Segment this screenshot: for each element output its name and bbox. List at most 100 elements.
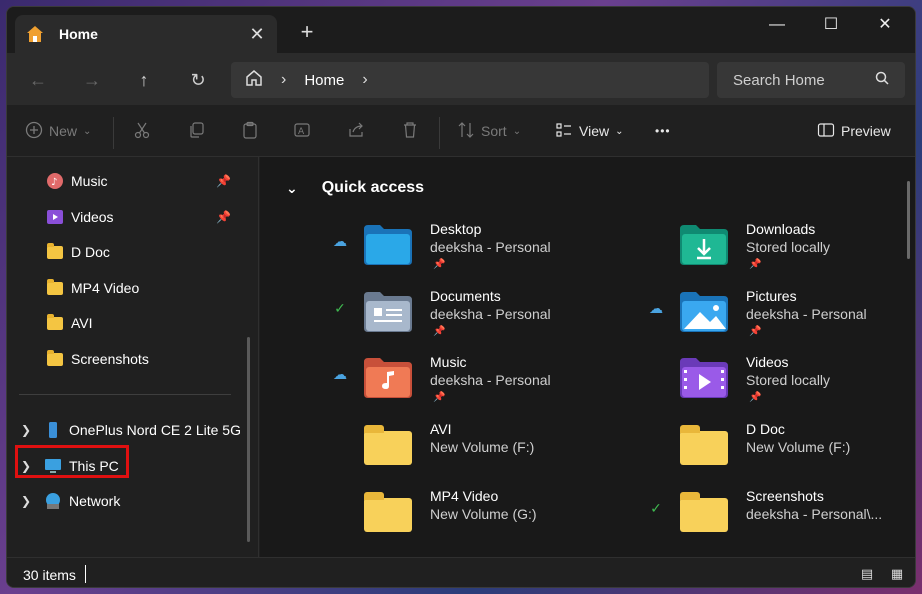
quick-access-item-mp4-video[interactable]: MP4 Video New Volume (G:) bbox=[330, 488, 630, 544]
breadcrumb-chevron-icon[interactable]: › bbox=[362, 71, 367, 89]
pin-icon[interactable]: 📌 bbox=[216, 174, 231, 188]
new-button[interactable]: New ⌄ bbox=[25, 119, 91, 143]
sidebar-item-d-doc[interactable]: D Doc bbox=[7, 236, 247, 268]
paste-button[interactable] bbox=[241, 119, 259, 143]
pin-icon: 📌 bbox=[433, 326, 446, 337]
pin-icon: 📌 bbox=[749, 259, 762, 270]
content-pane: ⌄ Quick access ☁ Desktop deeksha - Perso… bbox=[260, 157, 915, 557]
content-scrollbar[interactable] bbox=[907, 181, 910, 259]
up-button[interactable]: ↑ bbox=[131, 67, 157, 93]
cut-button[interactable] bbox=[133, 119, 151, 143]
chevron-right-icon[interactable]: ❯ bbox=[17, 423, 35, 437]
tab-close-icon[interactable]: ✕ bbox=[247, 24, 267, 45]
minimize-button[interactable]: — bbox=[757, 13, 797, 37]
delete-button[interactable] bbox=[401, 119, 419, 143]
copy-icon bbox=[187, 121, 205, 142]
quick-access-item-avi[interactable]: AVI New Volume (F:) bbox=[330, 421, 630, 477]
divider bbox=[113, 117, 114, 149]
quick-access-item-d-doc[interactable]: D Doc New Volume (F:) bbox=[646, 421, 915, 477]
quick-access-item-screenshots[interactable]: ✓ Screenshots deeksha - Personal\... bbox=[646, 488, 915, 544]
cloud-icon: ☁ bbox=[649, 300, 663, 316]
sidebar-item-videos[interactable]: Videos 📌 bbox=[7, 201, 247, 233]
quick-access-header[interactable]: ⌄ Quick access bbox=[286, 179, 424, 197]
tab-label: Home bbox=[59, 26, 98, 42]
sidebar-item-label: AVI bbox=[71, 315, 93, 331]
refresh-button[interactable]: ↻ bbox=[185, 67, 211, 93]
maximize-button[interactable]: ☐ bbox=[811, 13, 851, 37]
sidebar-item-label: Videos bbox=[71, 209, 114, 225]
pin-icon: 📌 bbox=[433, 259, 446, 270]
sidebar-item-music[interactable]: ♪ Music 📌 bbox=[7, 165, 247, 197]
pictures-folder-icon bbox=[680, 292, 728, 332]
title-bar: Home ✕ + — ☐ ✕ bbox=[7, 7, 915, 53]
sidebar-item-label: Network bbox=[69, 493, 121, 509]
breadcrumb-chevron-icon[interactable]: › bbox=[281, 71, 286, 89]
close-window-button[interactable]: ✕ bbox=[865, 13, 905, 37]
item-location: deeksha - Personal bbox=[430, 372, 551, 388]
sidebar-item-label: OnePlus Nord CE 2 Lite 5G bbox=[69, 422, 241, 438]
plus-circle-icon bbox=[25, 121, 43, 142]
highlight-annotation bbox=[15, 445, 129, 478]
sidebar-scrollbar[interactable] bbox=[247, 337, 250, 542]
clipboard-icon bbox=[241, 121, 259, 142]
folder-icon bbox=[45, 313, 65, 333]
folder-icon bbox=[680, 425, 728, 465]
quick-access-item-pictures[interactable]: ☁ Pictures deeksha - Personal 📌 bbox=[646, 288, 915, 344]
item-name: AVI bbox=[430, 421, 452, 437]
folder-icon bbox=[680, 492, 728, 532]
details-view-icon[interactable]: ▤ bbox=[859, 566, 875, 582]
quick-access-item-desktop[interactable]: ☁ Desktop deeksha - Personal 📌 bbox=[330, 221, 630, 277]
item-name: Pictures bbox=[746, 288, 797, 304]
sidebar-item-avi[interactable]: AVI bbox=[7, 307, 247, 339]
pin-icon: 📌 bbox=[749, 326, 762, 337]
see-more-button[interactable]: ••• bbox=[655, 119, 671, 143]
item-name: Screenshots bbox=[746, 488, 824, 504]
sidebar-item-mp4-video[interactable]: MP4 Video bbox=[7, 272, 247, 304]
quick-access-item-music[interactable]: ☁ Music deeksha - Personal 📌 bbox=[330, 354, 630, 410]
quick-access-title: Quick access bbox=[321, 179, 425, 196]
folder-icon bbox=[45, 349, 65, 369]
item-name: Music bbox=[430, 354, 467, 370]
desktop-folder-icon bbox=[364, 225, 412, 265]
sort-button[interactable]: Sort ⌄ bbox=[457, 119, 521, 143]
folder-icon bbox=[45, 242, 65, 262]
command-bar: New ⌄ A Sort ⌄ View ⌄ ••• Preview bbox=[7, 105, 915, 157]
tiles-view-icon[interactable]: ▦ bbox=[889, 566, 905, 582]
quick-access-item-downloads[interactable]: Downloads Stored locally 📌 bbox=[646, 221, 915, 277]
view-button[interactable]: View ⌄ bbox=[555, 119, 623, 143]
back-button[interactable]: ← bbox=[25, 67, 51, 93]
quick-access-item-documents[interactable]: ✓ Documents deeksha - Personal 📌 bbox=[330, 288, 630, 344]
preview-button[interactable]: Preview bbox=[817, 119, 891, 143]
address-bar[interactable]: › Home › bbox=[231, 62, 709, 98]
sidebar-item-oneplus[interactable]: ❯ OnePlus Nord CE 2 Lite 5G bbox=[7, 414, 247, 446]
chevron-down-icon: ⌄ bbox=[286, 179, 298, 196]
view-label: View bbox=[579, 123, 610, 139]
videos-icon bbox=[45, 207, 65, 227]
item-location: deeksha - Personal\... bbox=[746, 506, 883, 522]
copy-button[interactable] bbox=[187, 119, 205, 143]
share-icon bbox=[347, 121, 365, 142]
phone-icon bbox=[43, 420, 63, 440]
search-icon bbox=[875, 71, 889, 90]
documents-folder-icon bbox=[364, 292, 412, 332]
item-name: Documents bbox=[430, 288, 501, 304]
rename-button[interactable]: A bbox=[293, 119, 311, 143]
quick-access-item-videos[interactable]: Videos Stored locally 📌 bbox=[646, 354, 915, 410]
sidebar-item-label: MP4 Video bbox=[71, 280, 140, 296]
tab-home[interactable]: Home ✕ bbox=[15, 15, 277, 53]
sort-label: Sort bbox=[481, 123, 507, 139]
breadcrumb-home[interactable]: Home bbox=[304, 72, 344, 89]
forward-button[interactable]: → bbox=[79, 67, 105, 93]
svg-text:♪: ♪ bbox=[51, 177, 57, 188]
folder-icon bbox=[45, 278, 65, 298]
share-button[interactable] bbox=[347, 119, 365, 143]
sidebar-item-network[interactable]: ❯ Network bbox=[7, 485, 247, 517]
new-tab-button[interactable]: + bbox=[295, 21, 319, 43]
new-label: New bbox=[49, 123, 78, 139]
svg-text:A: A bbox=[298, 127, 305, 137]
search-input[interactable]: Search Home bbox=[717, 62, 905, 98]
sidebar-item-screenshots[interactable]: Screenshots bbox=[7, 343, 247, 375]
sidebar-item-label: Music bbox=[71, 173, 108, 189]
chevron-right-icon[interactable]: ❯ bbox=[17, 494, 35, 508]
pin-icon[interactable]: 📌 bbox=[216, 210, 231, 224]
